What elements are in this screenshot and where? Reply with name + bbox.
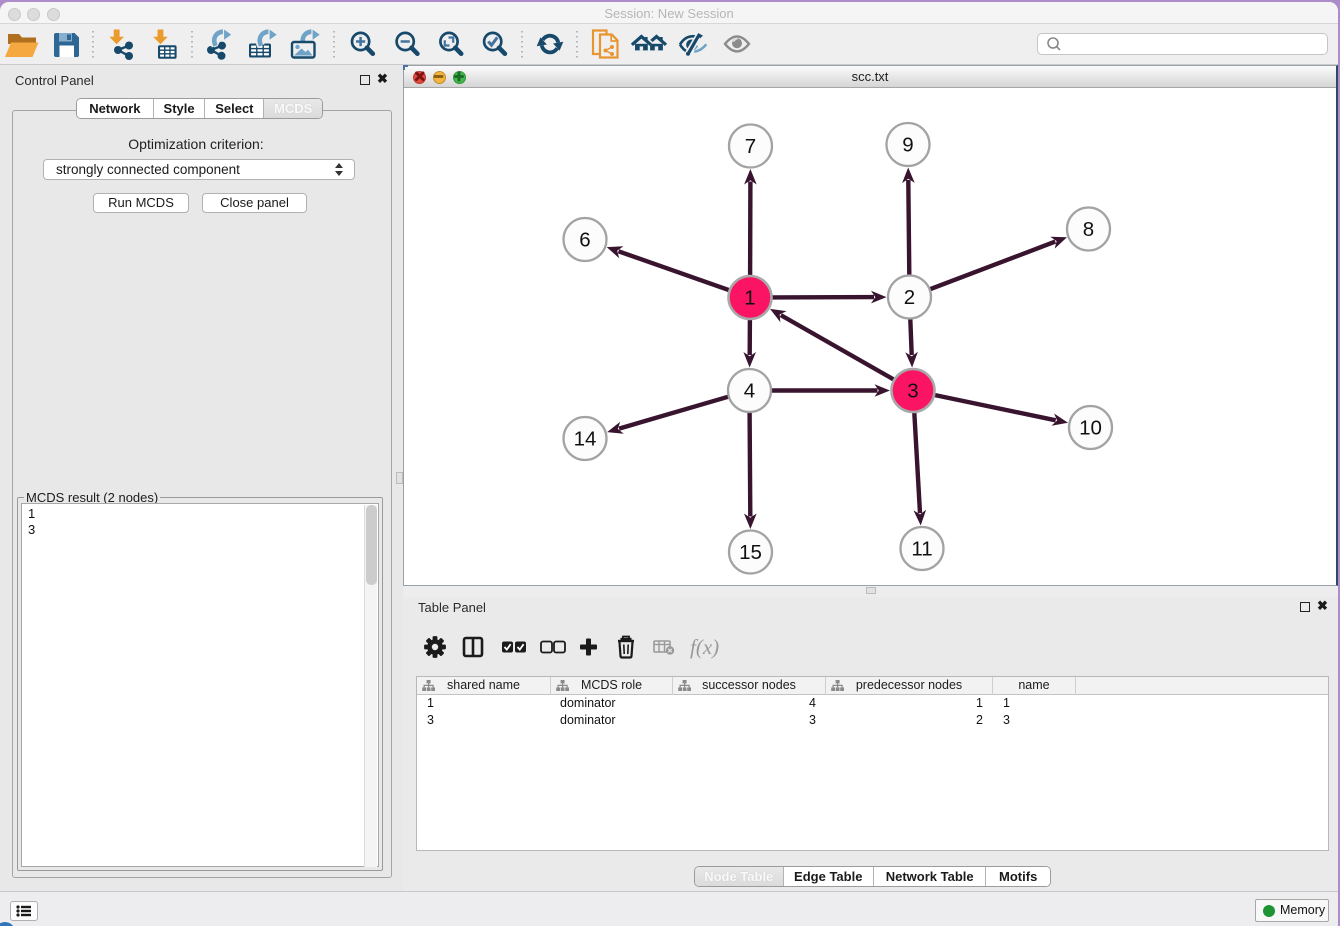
- svg-text:14: 14: [574, 428, 597, 451]
- svg-text:10: 10: [1079, 417, 1102, 440]
- svg-text:4: 4: [744, 380, 755, 403]
- svg-text:f(x): f(x): [690, 635, 719, 659]
- svg-text:1: 1: [744, 287, 755, 310]
- svg-text:15: 15: [739, 541, 762, 564]
- svg-text:11: 11: [911, 538, 932, 561]
- svg-text:8: 8: [1083, 218, 1094, 241]
- svg-text:7: 7: [745, 135, 756, 158]
- svg-text:3: 3: [907, 380, 918, 403]
- svg-text:9: 9: [902, 134, 913, 157]
- svg-text:6: 6: [579, 229, 590, 252]
- svg-text:2: 2: [904, 286, 915, 309]
